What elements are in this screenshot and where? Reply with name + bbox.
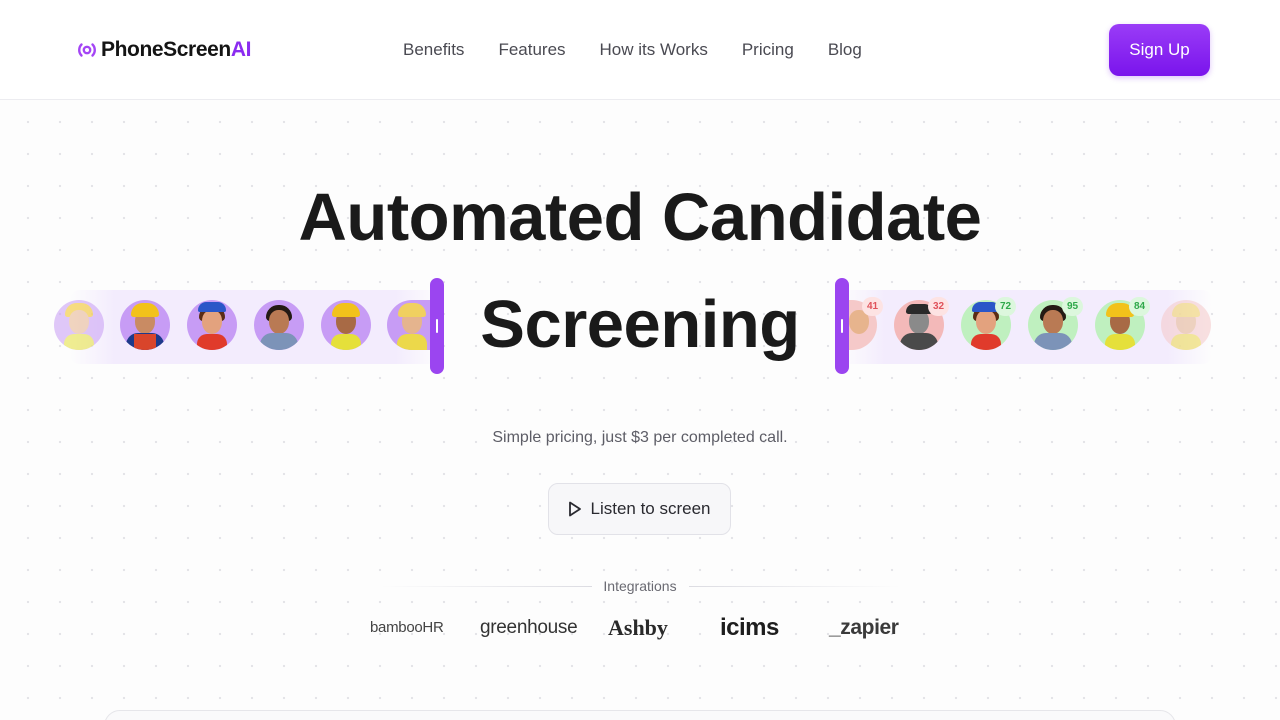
main-nav: Benefits Features How its Works Pricing … <box>403 38 896 62</box>
listen-to-screen-button[interactable]: Listen to screen <box>548 483 731 535</box>
product-preview-card <box>104 710 1176 720</box>
nav-how-it-works[interactable]: How its Works <box>600 38 708 62</box>
icims-logo: icims <box>720 614 779 641</box>
sign-up-button[interactable]: Sign Up <box>1109 24 1210 76</box>
logo-text: PhoneScreen <box>101 38 231 61</box>
greenhouse-logo: greenhouse <box>480 617 578 638</box>
candidate-avatar-scored <box>1161 300 1211 350</box>
listen-button-label: Listen to screen <box>590 499 711 518</box>
divider-line <box>689 586 901 587</box>
ashby-logo: Ashby <box>608 615 668 640</box>
brand-logo[interactable]: PhoneScreen AI <box>76 36 251 64</box>
score-badge: 32 <box>928 297 949 316</box>
nav-pricing[interactable]: Pricing <box>742 38 794 62</box>
integrations-label: Integrations <box>603 578 677 594</box>
score-badge: 95 <box>1062 297 1083 316</box>
score-badge: 72 <box>995 297 1016 316</box>
bamboohr-logo: bambooHR <box>370 619 444 636</box>
site-header: PhoneScreen AI Benefits Features How its … <box>0 0 1280 100</box>
nav-features[interactable]: Features <box>498 38 565 62</box>
score-badge: 41 <box>862 297 883 316</box>
play-icon <box>569 501 582 517</box>
nav-blog[interactable]: Blog <box>828 38 862 62</box>
hero-subtitle: Simple pricing, just $3 per completed ca… <box>492 429 788 446</box>
integration-logos: bambooHR greenhouse Ashby icims _zapier <box>0 612 1280 644</box>
logo-ai-suffix: AI <box>230 38 252 61</box>
integrations-divider: Integrations <box>0 578 1280 596</box>
hero-headline-line1: Automated Candidate <box>298 180 982 255</box>
scan-handle-right[interactable] <box>835 278 849 374</box>
nav-benefits[interactable]: Benefits <box>403 38 464 62</box>
zapier-logo: _zapier <box>829 616 899 639</box>
phone-wave-icon <box>78 43 96 57</box>
score-badge: 84 <box>1129 297 1150 316</box>
